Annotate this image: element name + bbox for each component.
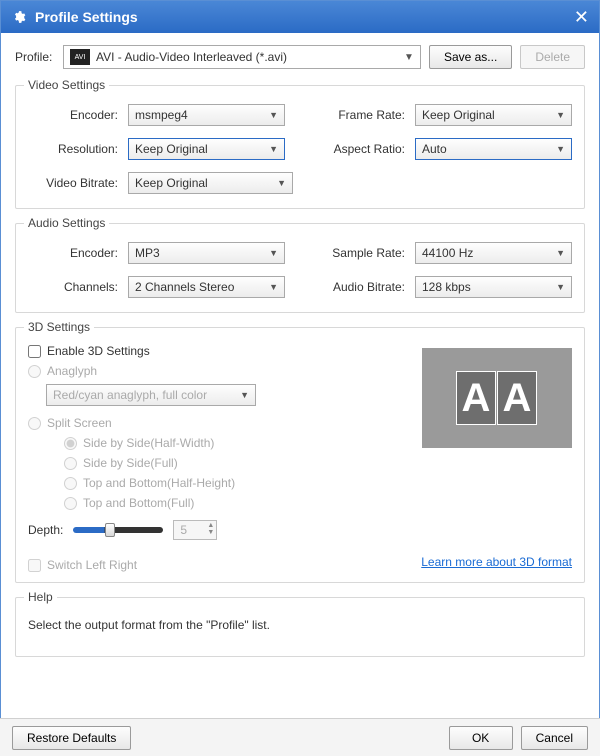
anaglyph-radio-row: Anaglyph (28, 364, 402, 378)
switch-lr-row: Switch Left Right (28, 558, 137, 572)
preview-a-left: A (456, 371, 496, 425)
threed-legend: 3D Settings (24, 320, 94, 334)
audio-bitrate-combo[interactable]: 128 kbps▼ (415, 276, 572, 298)
depth-spinner: 5 ▲▼ (173, 520, 217, 540)
chevron-down-icon: ▼ (240, 390, 249, 400)
avi-icon: AVI (70, 49, 90, 65)
video-bitrate-label: Video Bitrate: (28, 176, 128, 190)
window-title: Profile Settings (35, 9, 138, 25)
help-legend: Help (24, 590, 57, 604)
anaglyph-mode-combo: Red/cyan anaglyph, full color▼ (46, 384, 256, 406)
chevron-down-icon: ▼ (556, 248, 565, 258)
threed-preview: A A (422, 348, 572, 448)
video-encoder-combo[interactable]: msmpeg4▼ (128, 104, 285, 126)
split-label: Split Screen (47, 416, 112, 430)
depth-label: Depth: (28, 523, 63, 537)
threed-settings-group: 3D Settings Enable 3D Settings Anaglyph … (15, 327, 585, 583)
resolution-label: Resolution: (28, 142, 128, 156)
tb-full-row: Top and Bottom(Full) (64, 496, 402, 510)
audio-settings-group: Audio Settings Encoder: MP3▼ Sample Rate… (15, 223, 585, 313)
chevron-down-icon: ▼ (277, 178, 286, 188)
enable-3d-checkbox[interactable] (28, 345, 41, 358)
audio-legend: Audio Settings (24, 216, 109, 230)
restore-defaults-button[interactable]: Restore Defaults (12, 726, 131, 750)
bottom-bar: Restore Defaults OK Cancel (0, 718, 600, 756)
help-group: Help Select the output format from the "… (15, 597, 585, 657)
audio-encoder-combo[interactable]: MP3▼ (128, 242, 285, 264)
samplerate-label: Sample Rate: (315, 246, 415, 260)
framerate-label: Frame Rate: (315, 108, 415, 122)
chevron-down-icon: ▼ (269, 110, 278, 120)
anaglyph-label: Anaglyph (47, 364, 97, 378)
video-encoder-label: Encoder: (28, 108, 128, 122)
chevron-down-icon: ▼ (404, 52, 414, 63)
chevron-down-icon: ▼ (556, 282, 565, 292)
tb-half-row: Top and Bottom(Half-Height) (64, 476, 402, 490)
channels-combo[interactable]: 2 Channels Stereo▼ (128, 276, 285, 298)
enable-3d-label: Enable 3D Settings (47, 344, 150, 358)
channels-label: Channels: (28, 280, 128, 294)
chevron-down-icon: ▼ (269, 248, 278, 258)
aspect-label: Aspect Ratio: (315, 142, 415, 156)
profile-select[interactable]: AVI AVI - Audio-Video Interleaved (*.avi… (63, 45, 421, 69)
delete-button: Delete (520, 45, 585, 69)
profile-row: Profile: AVI AVI - Audio-Video Interleav… (15, 45, 585, 69)
spin-down-icon: ▼ (207, 529, 214, 536)
ok-button[interactable]: OK (449, 726, 513, 750)
resolution-combo[interactable]: Keep Original▼ (128, 138, 285, 160)
learn-more-link[interactable]: Learn more about 3D format (421, 555, 572, 569)
audio-bitrate-label: Audio Bitrate: (315, 280, 415, 294)
samplerate-combo[interactable]: 44100 Hz▼ (415, 242, 572, 264)
close-icon[interactable]: ✕ (574, 7, 589, 28)
chevron-down-icon: ▼ (269, 144, 278, 154)
profile-label: Profile: (15, 50, 55, 64)
anaglyph-radio (28, 365, 41, 378)
enable-3d-row[interactable]: Enable 3D Settings (28, 344, 402, 358)
save-as-button[interactable]: Save as... (429, 45, 512, 69)
depth-slider[interactable] (73, 527, 163, 533)
chevron-down-icon: ▼ (269, 282, 278, 292)
spin-up-icon: ▲ (207, 522, 214, 529)
titlebar: Profile Settings ✕ (1, 1, 599, 33)
chevron-down-icon: ▼ (556, 110, 565, 120)
framerate-combo[interactable]: Keep Original▼ (415, 104, 572, 126)
cancel-button[interactable]: Cancel (521, 726, 588, 750)
chevron-down-icon: ▼ (556, 144, 565, 154)
video-bitrate-combo[interactable]: Keep Original▼ (128, 172, 293, 194)
help-text: Select the output format from the "Profi… (28, 618, 572, 632)
audio-encoder-label: Encoder: (28, 246, 128, 260)
tb-full-radio (64, 497, 77, 510)
tb-half-radio (64, 477, 77, 490)
sbs-half-row: Side by Side(Half-Width) (64, 436, 402, 450)
switch-lr-checkbox (28, 559, 41, 572)
slider-thumb[interactable] (105, 523, 115, 537)
preview-a-right: A (497, 371, 537, 425)
profile-value: AVI - Audio-Video Interleaved (*.avi) (96, 50, 287, 64)
video-settings-group: Video Settings Encoder: msmpeg4▼ Frame R… (15, 85, 585, 209)
gear-icon (11, 9, 27, 25)
video-legend: Video Settings (24, 78, 109, 92)
aspect-combo[interactable]: Auto▼ (415, 138, 572, 160)
sbs-half-radio (64, 437, 77, 450)
sbs-full-row: Side by Side(Full) (64, 456, 402, 470)
split-radio-row: Split Screen (28, 416, 402, 430)
split-radio (28, 417, 41, 430)
sbs-full-radio (64, 457, 77, 470)
